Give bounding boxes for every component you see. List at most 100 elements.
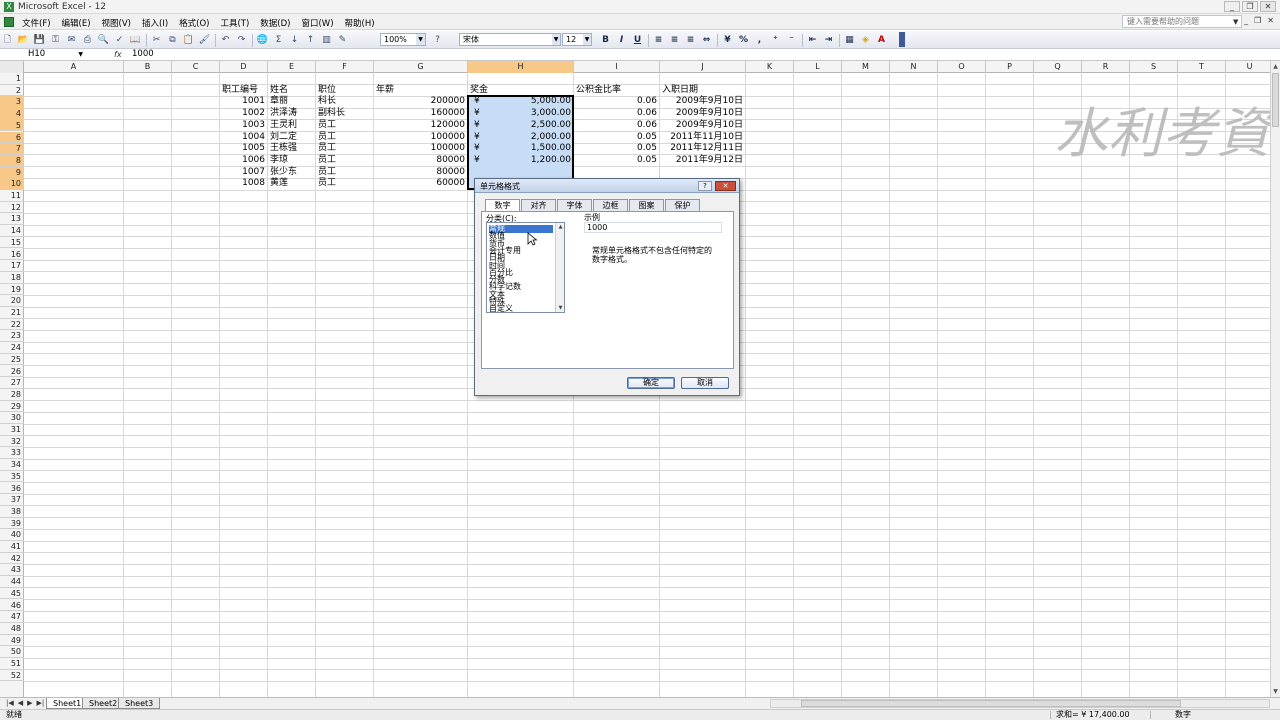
- align-center-icon[interactable]: ≡: [667, 33, 682, 47]
- column-header-g[interactable]: G: [374, 61, 468, 73]
- column-header-a[interactable]: A: [24, 61, 124, 73]
- row-header-27[interactable]: 27: [0, 377, 24, 389]
- fill-color-icon[interactable]: ◈: [858, 33, 873, 47]
- row-header-40[interactable]: 40: [0, 529, 24, 541]
- percent-icon[interactable]: %: [736, 33, 751, 47]
- open-icon[interactable]: 📂: [16, 33, 31, 47]
- chart-wizard-icon[interactable]: ▥: [319, 33, 334, 47]
- zoom-select[interactable]: 100% ▼: [380, 33, 426, 46]
- row-header-28[interactable]: 28: [0, 389, 24, 401]
- row-header-37[interactable]: 37: [0, 494, 24, 506]
- tab-border[interactable]: 边框: [593, 199, 628, 211]
- row-header-7[interactable]: 7: [0, 143, 24, 155]
- column-header-m[interactable]: M: [842, 61, 890, 73]
- decrease-decimal-icon[interactable]: ⁻: [784, 33, 799, 47]
- doc-minimize-button[interactable]: _: [1244, 16, 1248, 25]
- cut-icon[interactable]: ✂: [149, 33, 164, 47]
- row-header-24[interactable]: 24: [0, 342, 24, 354]
- select-all-corner[interactable]: [0, 61, 24, 73]
- column-header-i[interactable]: I: [574, 61, 660, 73]
- row-header-23[interactable]: 23: [0, 330, 24, 343]
- horizontal-scrollbar[interactable]: [770, 699, 1270, 708]
- undo-icon[interactable]: ↶: [218, 33, 233, 47]
- research-icon[interactable]: 📖: [128, 33, 143, 47]
- decrease-indent-icon[interactable]: ⇤: [805, 33, 820, 47]
- prev-sheet-icon[interactable]: ◀: [18, 699, 23, 707]
- row-header-8[interactable]: 8: [0, 154, 24, 167]
- column-header-b[interactable]: B: [124, 61, 172, 73]
- tab-protection[interactable]: 保护: [665, 199, 700, 211]
- row-header-10[interactable]: 10: [0, 178, 24, 190]
- column-header-q[interactable]: Q: [1034, 61, 1082, 73]
- menu-insert[interactable]: 插入(I): [142, 17, 168, 29]
- row-header-50[interactable]: 50: [0, 646, 24, 658]
- formula-input[interactable]: 1000: [132, 49, 154, 60]
- row-header-45[interactable]: 45: [0, 588, 24, 600]
- row-header-33[interactable]: 33: [0, 447, 24, 460]
- row-header-44[interactable]: 44: [0, 576, 24, 588]
- column-header-t[interactable]: T: [1178, 61, 1226, 73]
- column-header-o[interactable]: O: [938, 61, 986, 73]
- email-icon[interactable]: ✉: [64, 33, 79, 47]
- column-header-r[interactable]: R: [1082, 61, 1130, 73]
- column-header-d[interactable]: D: [220, 61, 268, 73]
- row-header-49[interactable]: 49: [0, 635, 24, 647]
- bold-button[interactable]: B: [598, 33, 613, 47]
- increase-indent-icon[interactable]: ⇥: [821, 33, 836, 47]
- dialog-help-button[interactable]: ?: [698, 181, 712, 191]
- column-header-e[interactable]: E: [268, 61, 316, 73]
- row-header-51[interactable]: 51: [0, 658, 24, 670]
- next-sheet-icon[interactable]: ▶: [27, 699, 32, 707]
- doc-restore-button[interactable]: ❐: [1254, 16, 1261, 25]
- first-sheet-icon[interactable]: |◀: [6, 699, 14, 707]
- italic-button[interactable]: I: [614, 33, 629, 47]
- row-header-1[interactable]: 1: [0, 73, 24, 85]
- row-header-22[interactable]: 22: [0, 319, 24, 331]
- toolbar-options-icon[interactable]: [899, 32, 905, 47]
- column-header-j[interactable]: J: [660, 61, 746, 73]
- row-header-4[interactable]: 4: [0, 108, 24, 120]
- cancel-button[interactable]: 取消: [681, 377, 729, 389]
- underline-button[interactable]: U: [630, 33, 645, 47]
- row-header-35[interactable]: 35: [0, 471, 24, 483]
- row-header-12[interactable]: 12: [0, 202, 24, 214]
- sheet-tab-3[interactable]: Sheet3: [118, 698, 161, 709]
- row-header-47[interactable]: 47: [0, 611, 24, 623]
- comma-icon[interactable]: ,: [752, 33, 767, 47]
- menu-help[interactable]: 帮助(H): [345, 17, 375, 29]
- row-header-19[interactable]: 19: [0, 284, 24, 296]
- spelling-icon[interactable]: ✓: [112, 33, 127, 47]
- chevron-down-icon[interactable]: ▼: [583, 34, 591, 45]
- row-header-52[interactable]: 52: [0, 670, 24, 682]
- font-color-icon[interactable]: A: [874, 33, 889, 47]
- row-header-41[interactable]: 41: [0, 541, 24, 553]
- font-select[interactable]: 宋体 ▼: [459, 33, 561, 46]
- row-header-2[interactable]: 2: [0, 85, 24, 97]
- restore-button[interactable]: ❐: [1242, 1, 1258, 12]
- menu-file[interactable]: 文件(F): [22, 17, 51, 29]
- row-header-21[interactable]: 21: [0, 307, 24, 319]
- row-header-32[interactable]: 32: [0, 436, 24, 448]
- menu-view[interactable]: 视图(V): [102, 17, 131, 29]
- merge-center-icon[interactable]: ⇔: [699, 33, 714, 47]
- last-sheet-icon[interactable]: ▶|: [37, 699, 45, 707]
- dialog-close-button[interactable]: ✕: [715, 181, 736, 191]
- row-header-38[interactable]: 38: [0, 506, 24, 518]
- tab-alignment[interactable]: 对齐: [521, 199, 556, 211]
- scroll-thumb[interactable]: [1272, 73, 1279, 127]
- menu-edit[interactable]: 编辑(E): [62, 17, 91, 29]
- h-scroll-thumb[interactable]: [801, 700, 1181, 707]
- row-header-25[interactable]: 25: [0, 354, 24, 366]
- column-header-l[interactable]: L: [794, 61, 842, 73]
- drawing-icon[interactable]: ✎: [335, 33, 350, 47]
- currency-icon[interactable]: ¥: [720, 33, 735, 47]
- row-header-3[interactable]: 3: [0, 96, 24, 109]
- row-header-18[interactable]: 18: [0, 272, 24, 284]
- save-icon[interactable]: 💾: [32, 33, 47, 47]
- align-left-icon[interactable]: ≡: [651, 33, 666, 47]
- row-header-29[interactable]: 29: [0, 401, 24, 413]
- column-header-n[interactable]: N: [890, 61, 938, 73]
- tab-font[interactable]: 字体: [557, 199, 592, 211]
- row-header-34[interactable]: 34: [0, 459, 24, 471]
- tab-patterns[interactable]: 图案: [629, 199, 664, 211]
